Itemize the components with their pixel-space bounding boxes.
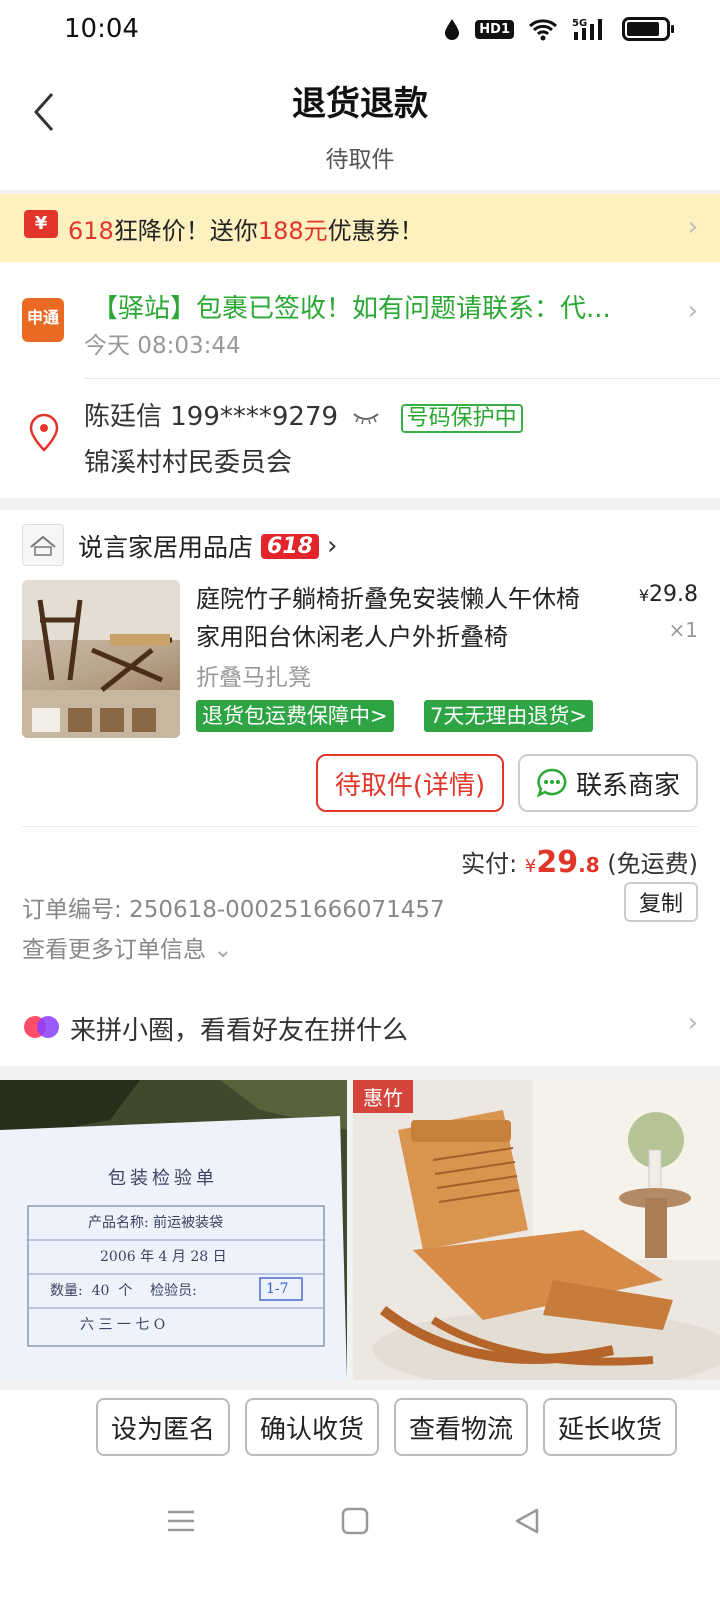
- divider: [22, 826, 698, 827]
- status-bar: 10:04 HD1 5G: [0, 0, 720, 62]
- coupon-icon: ¥: [24, 210, 58, 238]
- receiver-name-phone: 陈廷信 199****9279: [84, 402, 339, 432]
- shop-link[interactable]: 说言家居用品店 618 ›: [78, 528, 337, 564]
- order-card: 说言家居用品店 618 › 庭院竹子躺椅折叠免安装懒人午休椅家用阳台休闲老人户外…: [0, 510, 720, 1000]
- product-title[interactable]: 庭院竹子躺椅折叠免安装懒人午休椅家用阳台休闲老人户外折叠椅: [196, 580, 602, 656]
- set-anonymous-button[interactable]: 设为匿名: [96, 1398, 230, 1456]
- contact-seller-button[interactable]: 联系商家: [518, 754, 698, 812]
- pickup-detail-button[interactable]: 待取件(详情): [316, 754, 504, 812]
- extend-receipt-button[interactable]: 延长收货: [543, 1398, 677, 1456]
- shop-618-badge: 618: [261, 533, 319, 559]
- home-square-icon[interactable]: [340, 1506, 370, 1536]
- product-spec: 折叠马扎凳: [196, 665, 311, 691]
- slip-inspector-stamp: 1-7: [266, 1281, 289, 1297]
- svg-text:5G: 5G: [572, 18, 587, 29]
- chevron-right-icon: ›: [687, 212, 698, 242]
- receiver-address: 锦溪村村民委员会: [84, 448, 293, 478]
- slip-line-1: 产品名称: 前运被装袋: [88, 1215, 224, 1231]
- group-circle-icon: [24, 1016, 59, 1038]
- back-triangle-icon[interactable]: [512, 1506, 542, 1536]
- house-icon: [30, 535, 56, 556]
- shop-logo[interactable]: [22, 524, 64, 566]
- phone-protection-badge: 号码保护中: [400, 404, 523, 433]
- group-entry[interactable]: 来拼小圈，看看好友在拼什么 ›: [0, 988, 720, 1066]
- logistics-message: 【驿站】包裹已签收！如有问题请联系：代...: [92, 294, 611, 324]
- chevron-right-icon: ›: [687, 1008, 698, 1038]
- carrier-logo: 申通: [22, 298, 64, 342]
- bamboo-chair-image: [353, 1080, 720, 1380]
- slip-line-2: 2006 年 4 月 28 日: [100, 1249, 227, 1265]
- seven-day-return-tag[interactable]: 7天无理由退货>: [424, 700, 593, 732]
- bottom-action-bar: 设为匿名 确认收货 查看物流 延长收货: [0, 1390, 720, 1480]
- wifi-icon: [528, 19, 558, 41]
- feed-image-tag: 惠竹: [353, 1080, 413, 1113]
- return-shipping-tag[interactable]: 退货包运费保障中>: [196, 700, 394, 732]
- group-text: 来拼小圈，看看好友在拼什么: [70, 1016, 409, 1046]
- paid-amount: 实付: ¥29.8 (免运费): [461, 845, 698, 880]
- more-order-info-link[interactable]: 查看更多订单信息 ⌄: [22, 930, 233, 964]
- slip-line-3: 数量: 40 个 检验员:: [50, 1283, 197, 1299]
- copy-button[interactable]: 复制: [624, 882, 698, 922]
- status-icons: HD1 5G: [443, 16, 674, 42]
- status-time: 10:04: [64, 14, 139, 44]
- product-quantity: ×1: [668, 618, 698, 642]
- promo-text: 618狂降价！送你188元优惠券！: [68, 217, 424, 245]
- product-price: ¥29.8: [638, 582, 698, 607]
- chat-icon: [536, 768, 567, 798]
- product-thumbnail[interactable]: [22, 580, 180, 738]
- hd-icon: HD1: [475, 19, 514, 39]
- chevron-down-icon: ⌄: [213, 937, 233, 963]
- eye-closed-icon[interactable]: [352, 411, 380, 425]
- menu-icon[interactable]: [166, 1506, 196, 1536]
- chevron-right-icon: ›: [326, 531, 338, 561]
- battery-icon: [622, 17, 674, 41]
- shop-name: 说言家居用品店: [78, 533, 254, 562]
- slip-title: 包装检验单: [108, 1168, 218, 1189]
- signal-icon: 5G: [572, 18, 602, 40]
- confirm-receipt-button[interactable]: 确认收货: [245, 1398, 379, 1456]
- receiver-info: 陈廷信 199****9279 号码保护中: [84, 396, 523, 433]
- page-subtitle: 待取件: [325, 147, 395, 173]
- system-nav-bar: [0, 1480, 720, 1612]
- page-title: 退货退款: [292, 84, 428, 124]
- order-number: 订单编号: 250618-000251666071457: [22, 897, 445, 923]
- promo-banner[interactable]: ¥ 618狂降价！送你188元优惠券！ ›: [0, 194, 720, 262]
- feed-image-bamboo-chair[interactable]: 惠竹: [353, 1080, 720, 1380]
- drop-icon: [445, 19, 460, 40]
- header: 退货退款 待取件: [0, 62, 720, 190]
- location-pin-icon: [29, 413, 59, 452]
- divider: [84, 378, 720, 379]
- chevron-right-icon: ›: [687, 296, 698, 326]
- logistics-time: 今天 08:03:44: [84, 333, 241, 359]
- slip-line-4: 六 三 一 七 O: [80, 1317, 166, 1333]
- feed-image-inspection-slip[interactable]: 包装检验单 产品名称: 前运被装袋 2006 年 4 月 28 日 数量: 40…: [0, 1080, 347, 1380]
- product-image: [22, 580, 180, 738]
- logistics-card[interactable]: 申通 【驿站】包裹已签收！如有问题请联系：代... 今天 08:03:44 › …: [0, 262, 720, 498]
- view-logistics-button[interactable]: 查看物流: [394, 1398, 528, 1456]
